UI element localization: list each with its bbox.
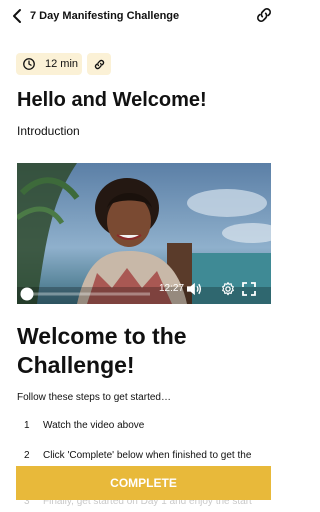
copy-link-button[interactable] [87,53,111,75]
video-time: 12:27 [159,283,185,294]
complete-button[interactable]: COMPLETE [16,466,271,500]
step-number: 2 [24,450,30,461]
fullscreen-icon[interactable] [242,282,256,296]
step-text: Click 'Complete' below when finished to … [43,450,252,461]
scrub-handle[interactable] [20,287,150,301]
play-icon[interactable] [118,58,140,82]
clock-icon [23,58,35,70]
link-icon [94,59,104,69]
duration-label: 12 min [45,58,79,70]
chevron-left-icon[interactable] [8,6,28,26]
content-heading: Welcome to the Challenge! [17,323,187,378]
lesson-subtitle: Introduction [17,124,80,138]
gear-icon[interactable] [220,281,236,297]
step-number: 1 [24,420,30,431]
content-intro: Follow these steps to get started… [17,392,171,403]
lesson-title: Hello and Welcome! [17,89,207,111]
volume-icon[interactable] [186,282,202,296]
step-text: Watch the video above [43,420,145,431]
duration-chip: 12 min [16,53,82,75]
top-bar: 7 Day Manifesting Challenge [0,0,288,32]
course-title: 7 Day Manifesting Challenge [30,10,180,22]
link-icon[interactable] [254,5,274,25]
